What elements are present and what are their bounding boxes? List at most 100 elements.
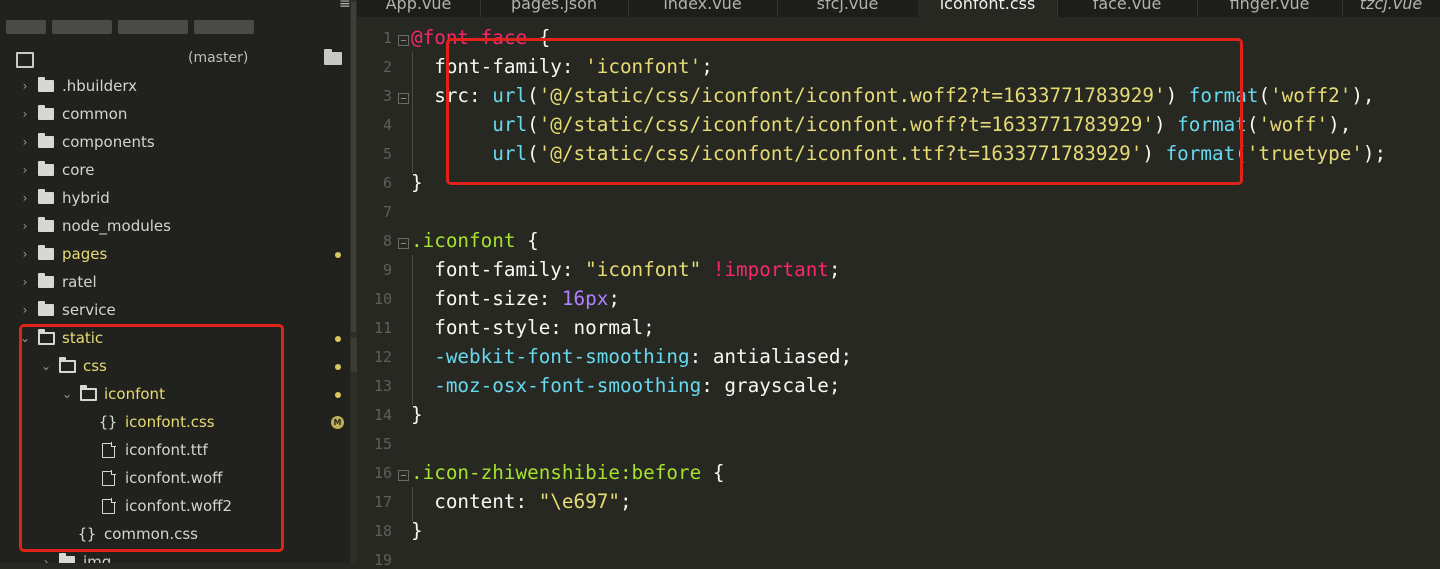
folder-icon — [38, 245, 54, 260]
line-number: 18 — [373, 522, 392, 540]
modified-dot — [335, 252, 341, 258]
tab-App-vue[interactable]: App.vue — [357, 0, 481, 17]
code-line: font-size: 16px; — [411, 287, 620, 310]
tab-iconfont-css[interactable]: iconfont.css — [918, 0, 1058, 17]
folder-icon — [38, 273, 54, 288]
line-number: 4 — [382, 116, 392, 134]
code-line: .iconfont { — [411, 229, 539, 252]
chevron-right-icon[interactable]: › — [20, 134, 30, 150]
chevron-right-icon[interactable]: › — [20, 190, 30, 206]
modified-dot — [335, 392, 341, 398]
code-line: .icon-zhiwenshibie:before { — [411, 461, 725, 484]
tree-item[interactable]: › hybrid — [0, 184, 350, 212]
line-number: 2 — [382, 58, 392, 76]
line-number: 16 — [373, 464, 392, 482]
tree-item-label: hybrid — [62, 189, 110, 207]
chevron-right-icon[interactable]: › — [41, 554, 51, 563]
tab-label: tzcj.vue — [1359, 0, 1423, 13]
folder-icon — [38, 301, 54, 316]
code-line: -moz-osx-font-smoothing: grayscale; — [434, 374, 841, 397]
tab-index-vue[interactable]: index.vue — [628, 0, 778, 17]
tree-item-label: node_modules — [62, 217, 171, 235]
tab-label: finger.vue — [1229, 0, 1310, 13]
modified-dot — [335, 364, 341, 370]
tree-item-label: .hbuilderx — [62, 77, 138, 95]
indent-guide — [412, 52, 413, 173]
code-line: -webkit-font-smoothing: antialiased; — [434, 345, 853, 368]
tree-item[interactable]: › components — [0, 128, 350, 156]
repository-icon — [16, 52, 34, 68]
line-number: 3 — [382, 87, 392, 105]
sidebar-scrollbar[interactable] — [350, 0, 357, 563]
indent-guide — [412, 487, 413, 521]
tree-item-label: common — [62, 105, 128, 123]
line-number: 5 — [382, 145, 392, 163]
line-number: 1 — [382, 29, 392, 47]
chevron-right-icon[interactable]: › — [20, 302, 30, 318]
project-name-blurred — [6, 14, 270, 40]
line-number: 17 — [373, 493, 392, 511]
line-number: 11 — [373, 319, 392, 337]
tab-tzcj-vue[interactable]: tzcj.vue — [1342, 0, 1440, 17]
modified-badge: M — [331, 416, 344, 429]
tree-item-label: img — [83, 553, 112, 563]
folder-icon — [38, 133, 54, 148]
chevron-right-icon[interactable]: › — [20, 246, 30, 262]
folder-icon — [38, 105, 54, 120]
code-line: } — [411, 519, 423, 542]
line-number: 8 — [382, 232, 392, 250]
tree-item[interactable]: › node_modules — [0, 212, 350, 240]
tab-finger-vue[interactable]: finger.vue — [1197, 0, 1343, 17]
tree-item[interactable]: › .hbuilderx — [0, 72, 350, 100]
chevron-right-icon[interactable]: › — [20, 162, 30, 178]
folder-icon — [38, 161, 54, 176]
tree-item[interactable]: › service — [0, 296, 350, 324]
line-number: 10 — [373, 290, 392, 308]
chevron-right-icon[interactable]: › — [20, 78, 30, 94]
tree-item-label: components — [62, 133, 155, 151]
folder-icon — [59, 553, 75, 563]
tab-sfcj-vue[interactable]: sfcj.vue — [777, 0, 919, 17]
folder-icon — [38, 217, 54, 232]
fold-toggle-icon[interactable] — [398, 238, 409, 249]
menu-icon[interactable]: ≡ — [339, 0, 351, 12]
chevron-right-icon[interactable]: › — [20, 218, 30, 234]
tab-label: face.vue — [1092, 0, 1162, 13]
tree-item[interactable]: › pages — [0, 240, 350, 268]
modified-dot — [335, 336, 341, 342]
line-number: 13 — [373, 377, 392, 395]
open-folder-icon[interactable] — [324, 49, 342, 65]
tree-item-label: service — [62, 301, 116, 319]
tree-item[interactable]: › common — [0, 100, 350, 128]
tree-item-label: core — [62, 161, 95, 179]
line-number: 9 — [382, 261, 392, 279]
tab-pages-json[interactable]: pages.json — [480, 0, 629, 17]
chevron-right-icon[interactable]: › — [20, 274, 30, 290]
code-line: font-style: normal; — [411, 316, 655, 339]
line-number: 19 — [373, 551, 392, 569]
folder-icon — [38, 189, 54, 204]
fold-toggle-icon[interactable] — [398, 93, 409, 104]
scrollbar-thumb[interactable] — [351, 2, 356, 332]
editor-tab-bar: App.vue pages.json index.vue sfcj.vue iconfo… — [357, 0, 1440, 17]
code-line: content: "\e697"; — [411, 490, 632, 513]
tree-item[interactable]: › core — [0, 156, 350, 184]
project-root-row[interactable]: (master) — [0, 45, 357, 73]
tab-label: iconfont.css — [939, 0, 1036, 13]
tab-label: App.vue — [385, 0, 452, 13]
tab-label: pages.json — [510, 0, 598, 13]
line-number: 6 — [382, 174, 392, 192]
code-line: } — [411, 171, 423, 194]
folder-icon — [38, 77, 54, 92]
chevron-right-icon[interactable]: › — [20, 106, 30, 122]
tab-face-vue[interactable]: face.vue — [1057, 0, 1198, 17]
fold-toggle-icon[interactable] — [398, 35, 409, 46]
code-line: } — [411, 403, 423, 426]
tree-item-label: ratel — [62, 273, 97, 291]
git-branch-label: (master) — [188, 50, 249, 66]
tree-item-label: pages — [62, 245, 108, 263]
tab-label: index.vue — [663, 0, 742, 13]
line-number: 7 — [382, 203, 392, 221]
fold-toggle-icon[interactable] — [398, 470, 409, 481]
tree-item[interactable]: › ratel — [0, 268, 350, 296]
